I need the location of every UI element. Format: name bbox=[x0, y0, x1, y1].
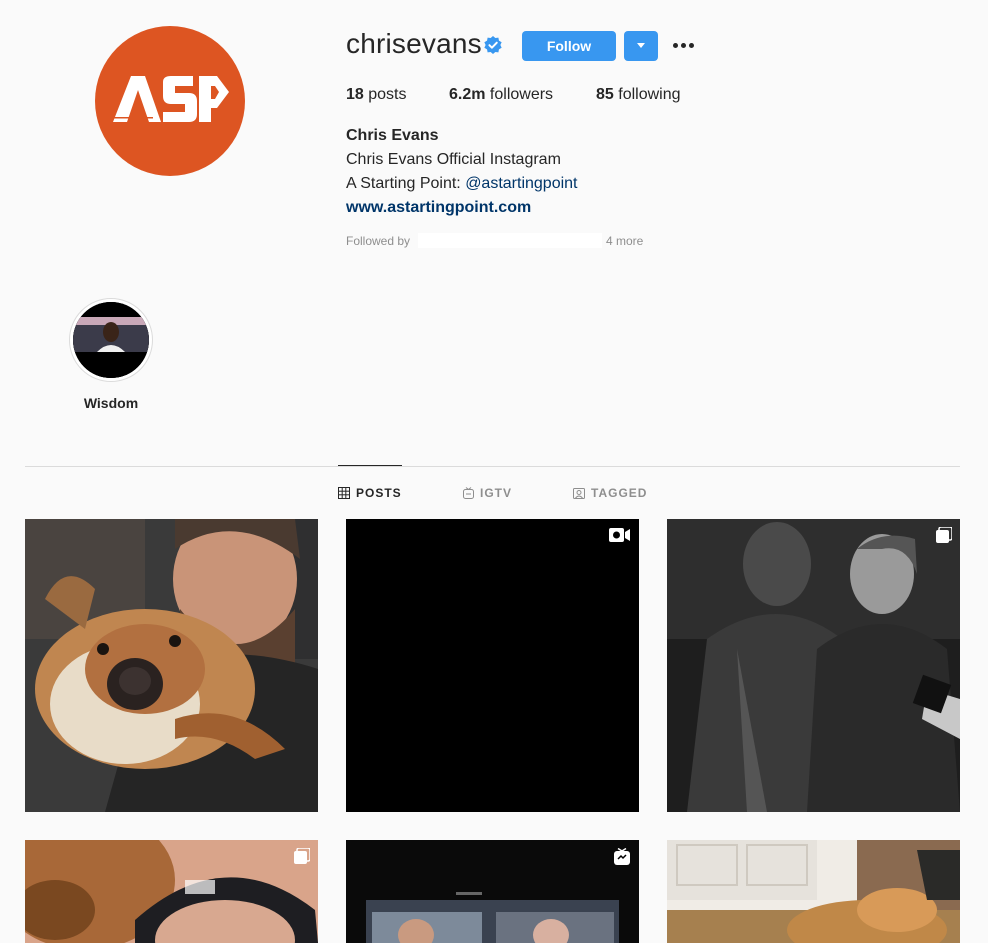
post-image-tv-interview bbox=[346, 840, 639, 943]
post-image-selfie-with-dog bbox=[25, 519, 318, 812]
bio-line-2-prefix: A Starting Point: bbox=[346, 175, 466, 192]
post-tile[interactable] bbox=[346, 840, 639, 943]
bio-full-name: Chris Evans bbox=[346, 127, 439, 144]
follow-button[interactable]: Follow bbox=[522, 31, 616, 61]
tagged-icon bbox=[573, 488, 585, 499]
following-count-stat[interactable]: 85 following bbox=[596, 86, 681, 104]
post-image-dog-on-floor bbox=[667, 840, 960, 943]
profile-username: chrisevans bbox=[346, 28, 482, 59]
followed-by-more[interactable]: 4 more bbox=[606, 234, 643, 248]
post-tile[interactable] bbox=[667, 519, 960, 812]
bio-mention-link[interactable]: @astartingpoint bbox=[465, 175, 577, 192]
carousel-icon bbox=[294, 848, 310, 864]
highlight-wisdom[interactable] bbox=[69, 298, 153, 382]
igtv-icon bbox=[614, 848, 630, 865]
active-tab-indicator bbox=[338, 465, 402, 466]
post-tile[interactable] bbox=[667, 840, 960, 943]
follow-dropdown-button[interactable] bbox=[624, 31, 658, 61]
grid-icon bbox=[338, 487, 350, 499]
posts-label: posts bbox=[368, 86, 407, 103]
bio-line-2: A Starting Point: @astartingpoint bbox=[346, 175, 578, 193]
bio-line-1: Chris Evans Official Instagram bbox=[346, 151, 561, 168]
highlight-thumbnail bbox=[73, 302, 149, 378]
tab-tagged-label: TAGGED bbox=[591, 486, 648, 500]
tab-igtv[interactable]: IGTV bbox=[463, 486, 512, 500]
tab-igtv-label: IGTV bbox=[480, 486, 513, 500]
post-tile[interactable] bbox=[25, 519, 318, 812]
following-count: 85 bbox=[596, 86, 614, 103]
followed-by-label: Followed by bbox=[346, 234, 411, 248]
tab-tagged[interactable]: TAGGED bbox=[573, 486, 647, 500]
followed-by-names-redacted bbox=[418, 233, 602, 248]
video-icon bbox=[609, 528, 630, 542]
followers-count: 6.2m bbox=[449, 86, 486, 103]
tab-posts-label: POSTS bbox=[356, 486, 402, 500]
highlight-label: Wisdom bbox=[83, 395, 139, 411]
post-tile[interactable] bbox=[346, 519, 639, 812]
post-image-man-in-cap-with-dog bbox=[25, 840, 318, 943]
followers-label: followers bbox=[489, 86, 554, 103]
posts-count: 18 bbox=[346, 86, 364, 103]
verified-badge-icon bbox=[484, 36, 502, 54]
tab-posts[interactable]: POSTS bbox=[338, 486, 402, 500]
post-image-two-men-black-and-white bbox=[667, 519, 960, 812]
followers-count-stat[interactable]: 6.2m followers bbox=[449, 86, 553, 104]
following-label: following bbox=[618, 86, 681, 103]
asp-logo-icon bbox=[113, 76, 229, 126]
website-link[interactable]: www.astartingpoint.com bbox=[346, 199, 531, 217]
igtv-icon bbox=[463, 487, 474, 499]
tabs-divider bbox=[25, 466, 960, 467]
profile-avatar[interactable] bbox=[95, 26, 245, 176]
more-options-icon[interactable] bbox=[670, 35, 696, 55]
caret-down-icon bbox=[637, 43, 645, 48]
posts-count-stat: 18 posts bbox=[346, 86, 407, 104]
carousel-icon bbox=[936, 527, 952, 543]
post-tile[interactable] bbox=[25, 840, 318, 943]
